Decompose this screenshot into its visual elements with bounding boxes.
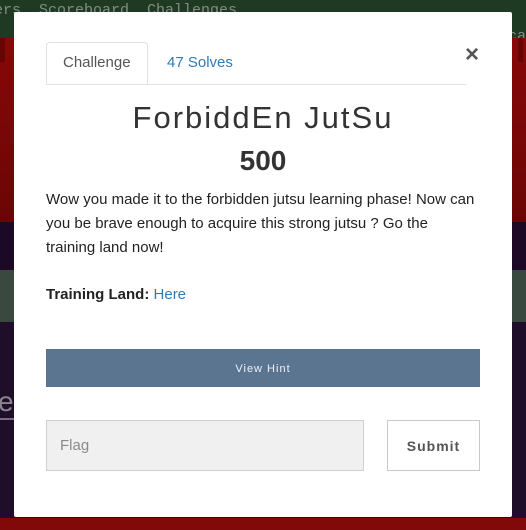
view-hint-button[interactable]: View Hint [46,349,480,387]
challenge-title: ForbiddEn JutSu [132,100,394,135]
training-land-row: Training Land: Here [46,286,186,303]
tab-solves[interactable]: 47 Solves [151,42,249,84]
modal-tabs: Challenge 47 Solves [46,42,466,85]
challenge-points: 500 [239,145,287,176]
challenge-description: Wow you made it to the forbidden jutsu l… [46,191,475,256]
training-land-link[interactable]: Here [154,286,187,303]
training-land-label: Training Land: [46,286,150,303]
challenge-modal: × Challenge 47 Solves ForbiddEn JutSu 50… [14,12,512,517]
submit-button[interactable]: Submit [387,420,480,471]
tab-challenge[interactable]: Challenge [46,42,148,84]
flag-input[interactable] [46,420,364,471]
close-icon[interactable]: × [465,43,479,67]
